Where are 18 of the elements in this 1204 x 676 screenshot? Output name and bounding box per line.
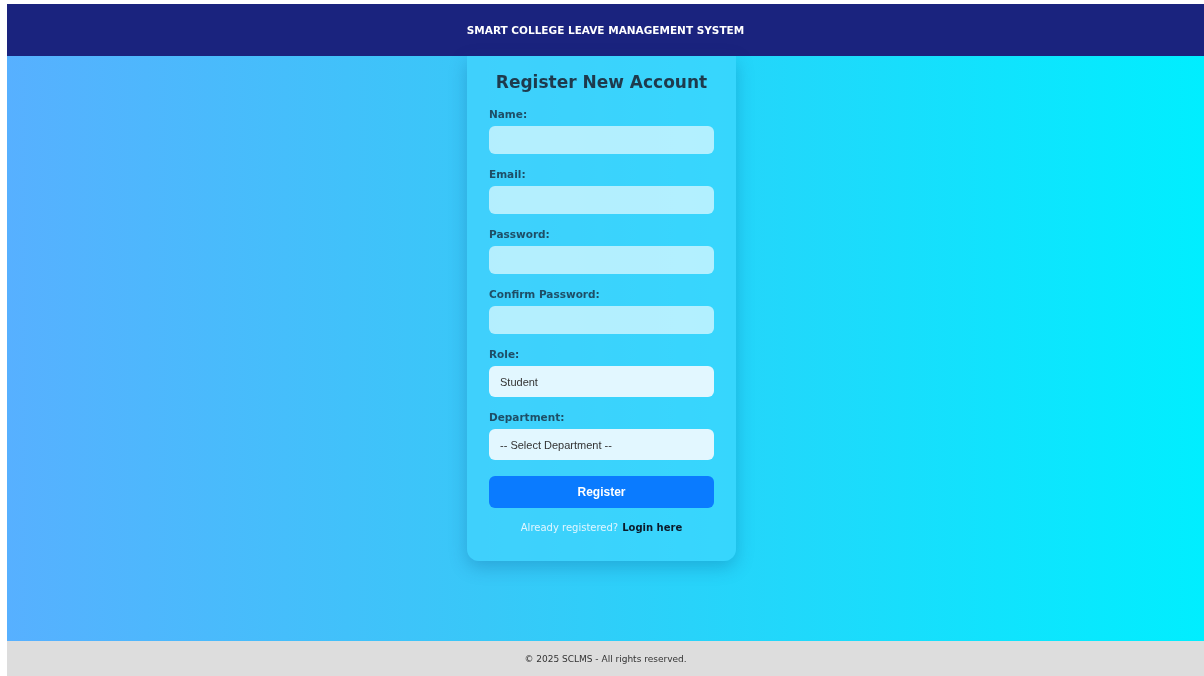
form-title: Register New Account [494,72,709,92]
field-label: Name: [489,108,529,120]
prompt-text: Already registered? [520,522,619,533]
copyright-text: © 2025 SCLMS - All rights reserved. [524,653,687,664]
field-label: Department: [489,411,566,423]
field-label: Role: [489,348,521,360]
input-field[interactable] [489,186,714,214]
field-label: Confirm Password: [489,288,601,300]
select-field[interactable]: -- Select Department -- [489,429,714,460]
input-field[interactable] [489,246,714,274]
field-label: Password: [489,228,551,240]
register-button[interactable]: Register [489,476,714,508]
input-field[interactable] [489,126,714,154]
input-field[interactable] [489,306,714,334]
select-field[interactable]: Student [489,366,714,397]
field-label: Email: [489,168,527,180]
app-title: SMART COLLEGE LEAVE MANAGEMENT SYSTEM [466,24,745,36]
login-link[interactable]: Login here [622,522,683,533]
